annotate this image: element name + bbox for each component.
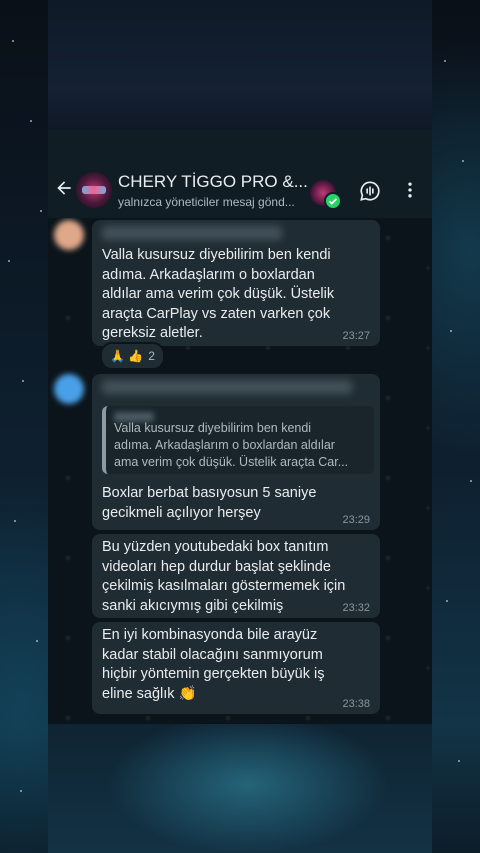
group-subtitle[interactable]: yalnızca yöneticiler mesaj gönd...	[118, 195, 308, 209]
message-text: Valla kusursuz diyebilirim ben kendi adı…	[102, 247, 335, 341]
message-bubble[interactable]: En iyi kombinasyonda bile arayüz kadar s…	[92, 622, 380, 714]
group-avatar[interactable]	[76, 172, 112, 208]
sender-avatar[interactable]	[54, 220, 84, 250]
more-vertical-icon[interactable]	[400, 180, 420, 200]
blurred-bottom-area	[48, 724, 432, 853]
group-title[interactable]: CHERY TİGGO PRO &...	[118, 172, 308, 192]
message-time: 23:32	[342, 602, 370, 614]
message-time: 23:27	[342, 330, 370, 342]
reaction-emojis: 🙏 👍	[110, 349, 144, 363]
sender-name-blurred	[102, 380, 352, 394]
blurred-top-area	[48, 0, 432, 130]
chat-area[interactable]: Valla kusursuz diyebilirim ben kendi adı…	[48, 218, 432, 724]
message-text: Bu yüzden youtubedaki box tanıtım videol…	[102, 539, 346, 614]
sender-name-blurred	[102, 226, 282, 240]
message-time: 23:29	[342, 514, 370, 526]
message-bubble[interactable]: Valla kusursuz diyebilirim ben kendi adı…	[92, 374, 380, 530]
quoted-message[interactable]: Valla kusursuz diyebilirim ben kendi adı…	[102, 406, 374, 474]
message-text: En iyi kombinasyonda bile arayüz kadar s…	[102, 627, 325, 702]
phone-screen: CHERY TİGGO PRO &... yalnızca yöneticile…	[48, 0, 432, 853]
message-text: Boxlar berbat basıyosun 5 saniye gecikme…	[102, 485, 317, 521]
message-bubble[interactable]: Valla kusursuz diyebilirim ben kendi adı…	[92, 220, 380, 346]
back-arrow-icon[interactable]	[54, 178, 74, 198]
reaction-count: 2	[148, 349, 155, 363]
sender-avatar[interactable]	[54, 374, 84, 404]
verified-check-icon	[324, 192, 342, 210]
message-time: 23:38	[342, 698, 370, 710]
reaction-pill[interactable]: 🙏 👍 2	[100, 342, 165, 370]
message-bubble[interactable]: Bu yüzden youtubedaki box tanıtım videol…	[92, 534, 380, 618]
voice-chat-icon[interactable]	[359, 180, 381, 202]
quoted-text: Valla kusursuz diyebilirim ben kendi adı…	[114, 421, 349, 469]
